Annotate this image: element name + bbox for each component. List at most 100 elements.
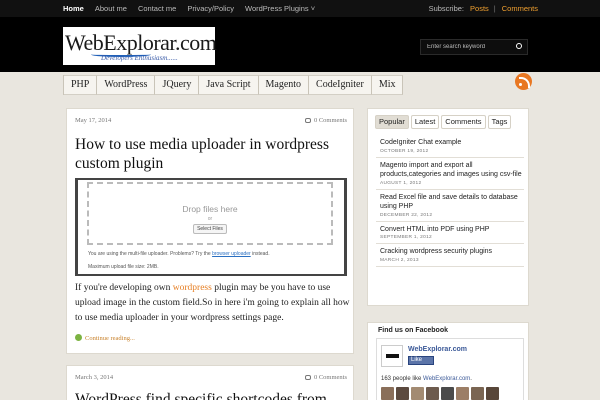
subscribe-posts-link[interactable]: Posts xyxy=(470,4,489,13)
drop-files-text: Drop files here xyxy=(182,204,238,214)
site-header: WebExplorar.com Developers Enthusiasm...… xyxy=(0,17,600,72)
facebook-like-box: WebExplorar.com Like 163 people like Web… xyxy=(376,338,524,400)
facebook-page-name[interactable]: WebExplorar.com xyxy=(408,346,467,353)
subscribe-links: Subscribe: Posts | Comments xyxy=(429,0,538,17)
drop-zone: Drop files here or Select Files xyxy=(87,182,333,245)
post-date: March 3, 2014 xyxy=(75,374,114,381)
avatar[interactable] xyxy=(396,387,409,400)
popular-post-title[interactable]: CodeIgniter Chat example xyxy=(380,138,524,148)
excerpt-before: If you're developing own xyxy=(75,283,173,293)
avatar[interactable] xyxy=(456,387,469,400)
subscribe-label: Subscribe: xyxy=(428,4,465,13)
search-icon[interactable] xyxy=(516,43,522,49)
facebook-like-count: 163 people like WebExplorar.com. xyxy=(381,376,472,382)
avatar[interactable] xyxy=(471,387,484,400)
search-box xyxy=(420,39,528,55)
continue-reading-link[interactable]: Continue reading... xyxy=(75,334,135,342)
post-comments-count: 0 Comments xyxy=(313,117,347,124)
logo-tagline: Developers Enthusiasm...... xyxy=(101,54,178,62)
tab-tags[interactable]: Tags xyxy=(487,115,512,129)
popular-post-date: DECEMBER 22, 2012 xyxy=(380,212,433,218)
category-codeigniter[interactable]: CodeIgniter xyxy=(309,75,372,95)
category-jquery[interactable]: JQuery xyxy=(155,75,200,95)
category-php[interactable]: PHP xyxy=(64,75,98,95)
popular-post-list: CodeIgniter Chat example OCTOBER 19, 201… xyxy=(376,135,524,267)
avatar[interactable] xyxy=(411,387,424,400)
post-card: March 3, 2014 0 Comments WordPress find … xyxy=(66,365,354,400)
post-comments-link[interactable]: 0 Comments xyxy=(304,374,347,381)
uploader-note-after: instead. xyxy=(250,251,270,257)
tab-latest[interactable]: Latest xyxy=(410,115,440,129)
category-list: PHP WordPress JQuery Java Script Magento… xyxy=(63,75,404,95)
uploader-panel: Drop files here or Select Files You are … xyxy=(78,180,344,274)
continue-reading-label: Continue reading... xyxy=(85,335,135,342)
tab-comments[interactable]: Comments xyxy=(441,115,486,129)
subscribe-divider: | xyxy=(493,4,496,13)
post-excerpt: If you're developing own wordpress plugi… xyxy=(75,281,350,326)
subscribe-comments-link[interactable]: Comments xyxy=(502,4,538,13)
search-input[interactable] xyxy=(421,40,511,54)
top-nav-contact[interactable]: Contact me xyxy=(138,4,176,13)
like-count-before: 163 people like xyxy=(381,376,424,382)
comment-bubble-icon xyxy=(304,118,311,123)
like-label: Like xyxy=(411,357,423,363)
list-item: Magento import and export all products,c… xyxy=(376,158,524,190)
category-javascript[interactable]: Java Script xyxy=(199,75,259,95)
facebook-like-button[interactable]: Like xyxy=(408,356,434,365)
site-logo[interactable]: WebExplorar.com Developers Enthusiasm...… xyxy=(63,27,217,65)
top-nav-about[interactable]: About me xyxy=(95,4,127,13)
avatar[interactable] xyxy=(381,387,394,400)
post-title[interactable]: How to use media uploader in wordpress c… xyxy=(75,135,350,173)
list-item: CodeIgniter Chat example OCTOBER 19, 201… xyxy=(376,135,524,158)
avatar[interactable] xyxy=(441,387,454,400)
select-files-button: Select Files xyxy=(193,224,227,234)
avatar[interactable] xyxy=(486,387,499,400)
tab-popular[interactable]: Popular xyxy=(375,115,409,129)
post-meta: March 3, 2014 0 Comments xyxy=(75,374,347,384)
list-item: Read Excel file and save details to data… xyxy=(376,190,524,222)
arrow-right-icon xyxy=(75,334,82,341)
top-bar: Home About me Contact me Privacy/Policy … xyxy=(0,0,600,17)
popular-post-title[interactable]: Convert HTML into PDF using PHP xyxy=(380,225,524,235)
post-date: May 17, 2014 xyxy=(75,117,112,124)
list-item: Convert HTML into PDF using PHP SEPTEMBE… xyxy=(376,222,524,244)
category-nav: PHP WordPress JQuery Java Script Magento… xyxy=(0,72,600,98)
popular-post-title[interactable]: Cracking wordpress security plugins xyxy=(380,247,524,257)
top-nav-wordpress-plugins[interactable]: WordPress Plugins ˅ xyxy=(245,4,315,13)
like-count-after: . xyxy=(470,376,472,382)
max-upload-size: Maximum upload file size: 2MB. xyxy=(88,264,159,270)
uploader-note: You are using the multi-file uploader. P… xyxy=(88,251,270,257)
category-wordpress[interactable]: WordPress xyxy=(97,75,156,95)
browser-uploader-link: browser uploader xyxy=(212,251,251,257)
excerpt-keyword-link[interactable]: wordpress xyxy=(173,283,212,293)
post-meta: May 17, 2014 0 Comments xyxy=(75,117,347,127)
sidebar-tabs-widget: Popular Latest Comments Tags CodeIgniter… xyxy=(367,108,529,306)
popular-post-title[interactable]: Read Excel file and save details to data… xyxy=(380,193,524,212)
popular-post-date: AUGUST 1, 2012 xyxy=(380,180,422,186)
category-mix[interactable]: Mix xyxy=(371,75,404,95)
post-comments-count: 0 Comments xyxy=(313,374,347,381)
post-screenshot: Drop files here or Select Files You are … xyxy=(75,178,347,276)
top-nav-home[interactable]: Home xyxy=(63,4,84,13)
popular-post-date: MARCH 2, 2013 xyxy=(380,257,419,263)
popular-post-date: SEPTEMBER 1, 2012 xyxy=(380,235,433,240)
avatar[interactable] xyxy=(426,387,439,400)
list-item: Cracking wordpress security plugins MARC… xyxy=(376,244,524,267)
facebook-widget-title: Find us on Facebook xyxy=(378,327,449,334)
drop-or-text: or xyxy=(207,216,213,222)
facebook-page-thumbnail[interactable] xyxy=(381,345,403,367)
post-title[interactable]: WordPress find specific shortcodes from xyxy=(75,390,350,400)
uploader-note-before: You are using the multi-file uploader. P… xyxy=(88,251,213,257)
rss-icon[interactable] xyxy=(515,73,532,90)
popular-post-title[interactable]: Magento import and export all products,c… xyxy=(380,161,524,180)
top-nav: Home About me Contact me Privacy/Policy … xyxy=(63,0,326,17)
fan-faces xyxy=(381,387,501,400)
category-magento[interactable]: Magento xyxy=(258,75,310,95)
like-count-page-link[interactable]: WebExplorar.com xyxy=(423,376,470,382)
post-comments-link[interactable]: 0 Comments xyxy=(304,117,347,124)
popular-post-date: OCTOBER 19, 2012 xyxy=(380,148,429,154)
sidebar-tabs: Popular Latest Comments Tags xyxy=(375,115,513,129)
top-nav-privacy[interactable]: Privacy/Policy xyxy=(187,4,234,13)
post-card: May 17, 2014 0 Comments How to use media… xyxy=(66,108,354,354)
comment-bubble-icon xyxy=(304,375,311,380)
